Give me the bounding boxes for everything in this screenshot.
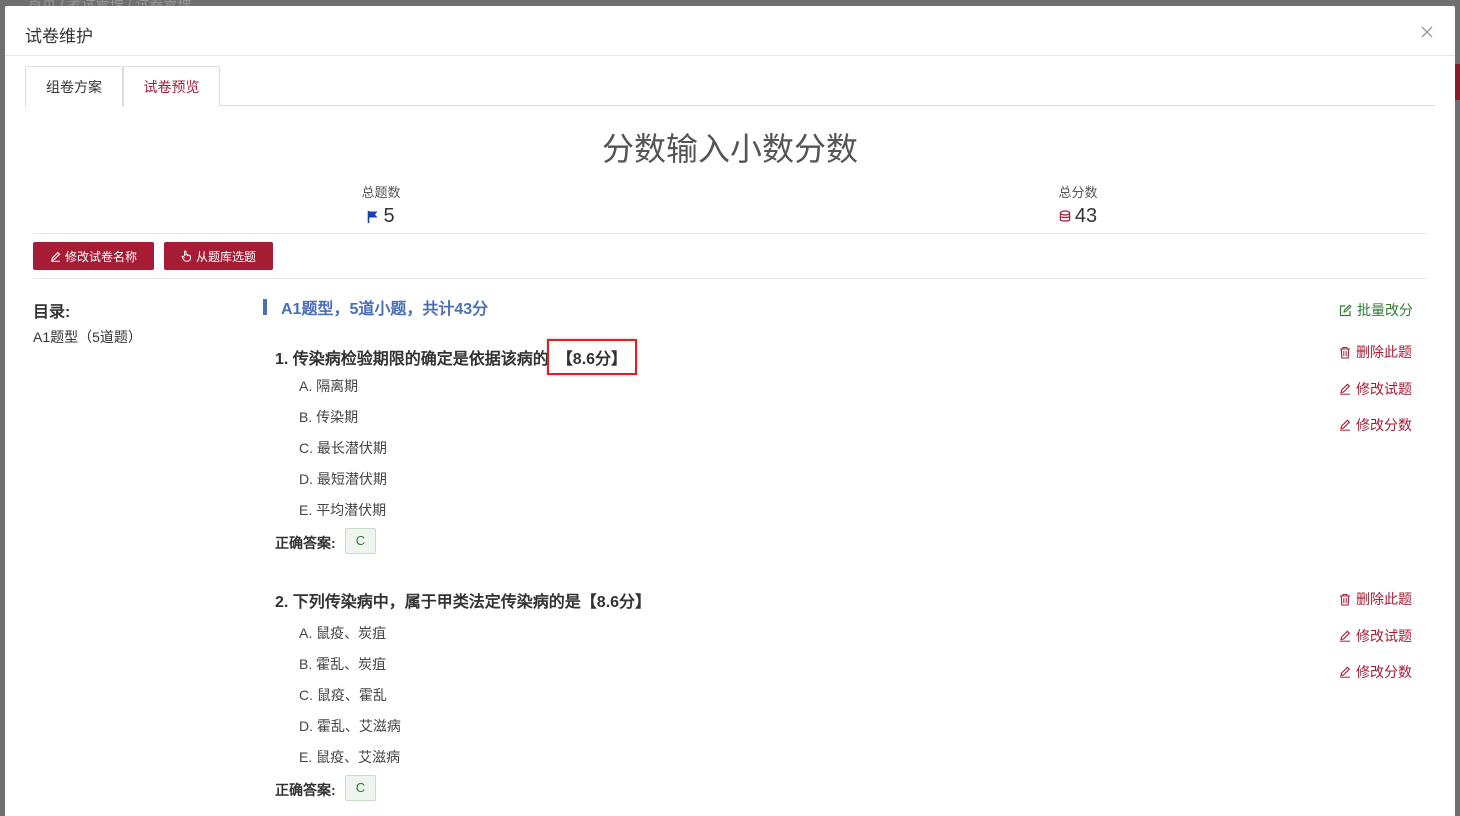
pencil-icon: [1340, 630, 1351, 642]
q2-delete-button[interactable]: 删除此题: [1339, 589, 1412, 609]
q1-option-e: E. 平均潜伏期: [299, 502, 387, 518]
question-1-title: 1. 传染病检验期限的确定是依据该病的 【8.6分】: [275, 339, 638, 375]
divider: [33, 233, 1427, 234]
q2-option-c: C. 鼠疫、霍乱: [299, 687, 387, 703]
total-score-label: 总分数: [1058, 185, 1098, 200]
pick-from-bank-button[interactable]: 从题库选题: [164, 242, 273, 270]
total-score-value: 43: [1074, 205, 1098, 227]
q2-edit-question-label: 修改试题: [1356, 628, 1412, 644]
q1-edit-score-button[interactable]: 修改分数: [1339, 415, 1412, 435]
batch-edit-score-button[interactable]: 批量改分: [1339, 300, 1413, 320]
tab-paper-preview[interactable]: 试卷预览: [123, 66, 220, 107]
pencil-icon: [1340, 666, 1351, 678]
rename-paper-button[interactable]: 修改试卷名称: [33, 242, 154, 270]
coins-icon: [1059, 210, 1071, 222]
toc-item-a1[interactable]: A1题型（5道题）: [33, 327, 142, 347]
toc-title: 目录:: [33, 304, 71, 321]
q2-option-e: E. 鼠疫、艾滋病: [299, 749, 401, 765]
q2-delete-label: 删除此题: [1356, 591, 1412, 607]
q1-delete-button[interactable]: 删除此题: [1339, 342, 1412, 362]
section-bar: [263, 299, 267, 315]
close-icon: [1421, 26, 1433, 38]
q1-option-d: D. 最短潜伏期: [299, 471, 387, 487]
question-2-title: 2. 下列传染病中，属于甲类法定传染病的是【8.6分】: [275, 588, 651, 612]
hand-pointer-icon: [181, 250, 191, 262]
trash-icon: [1340, 593, 1350, 606]
close-button[interactable]: [1421, 26, 1435, 40]
section-heading: A1题型，5道小题，共计43分: [263, 297, 489, 318]
q1-delete-label: 删除此题: [1356, 344, 1412, 360]
q2-answer-badge: C: [345, 775, 376, 801]
tab-composition-plan[interactable]: 组卷方案: [25, 66, 123, 107]
pick-from-bank-label: 从题库选题: [195, 249, 256, 264]
question-1-text: 1. 传染病检验期限的确定是依据该病的: [275, 351, 549, 368]
trash-icon: [1340, 346, 1350, 359]
paper-maintenance-modal: 试卷维护 组卷方案 试卷预览 分数输入小数分数 总题数 5 总分数 43 修改试…: [5, 6, 1455, 816]
q1-answer-label: 正确答案:: [275, 535, 336, 551]
question-2-text: 2. 下列传染病中，属于甲类法定传染病的是: [275, 594, 581, 611]
total-questions-value: 5: [383, 205, 395, 227]
q1-option-b: B. 传染期: [299, 409, 359, 425]
edit-square-icon: [1339, 303, 1352, 316]
pencil-icon: [50, 251, 61, 262]
modal-header: 试卷维护: [5, 6, 1455, 56]
pencil-icon: [1340, 419, 1351, 431]
q2-edit-question-button[interactable]: 修改试题: [1339, 626, 1412, 646]
q1-answer-badge: C: [345, 528, 376, 554]
total-score-stat: 总分数 43: [978, 182, 1178, 228]
q2-edit-score-button[interactable]: 修改分数: [1339, 662, 1412, 682]
divider: [33, 278, 1427, 279]
q2-option-d: D. 霍乱、艾滋病: [299, 718, 401, 734]
q2-option-a: A. 鼠疫、炭疽: [299, 625, 387, 641]
q2-answer-label: 正确答案:: [275, 782, 336, 798]
batch-edit-score-label: 批量改分: [1357, 302, 1413, 318]
modal-tabs: 组卷方案 试卷预览: [25, 66, 1435, 107]
q2-edit-score-label: 修改分数: [1356, 664, 1412, 680]
question-2-score: 【8.6分】: [580, 594, 652, 611]
flag-icon: [368, 210, 378, 223]
rename-paper-label: 修改试卷名称: [64, 249, 137, 264]
q1-option-a: A. 隔离期: [299, 378, 359, 394]
q2-option-b: B. 霍乱、炭疽: [299, 656, 387, 672]
question-1-score: 【8.6分】: [546, 339, 638, 375]
modal-title: 试卷维护: [25, 27, 93, 46]
total-questions-label: 总题数: [361, 185, 401, 200]
q1-option-c: C. 最长潜伏期: [299, 440, 387, 456]
q1-edit-score-label: 修改分数: [1356, 417, 1412, 433]
q1-edit-question-button[interactable]: 修改试题: [1339, 379, 1412, 399]
total-questions-stat: 总题数 5: [281, 182, 481, 228]
pencil-icon: [1340, 383, 1351, 395]
section-heading-text: A1题型，5道小题，共计43分: [281, 301, 489, 318]
q1-edit-question-label: 修改试题: [1356, 381, 1412, 397]
paper-title: 分数输入小数分数: [601, 131, 858, 167]
